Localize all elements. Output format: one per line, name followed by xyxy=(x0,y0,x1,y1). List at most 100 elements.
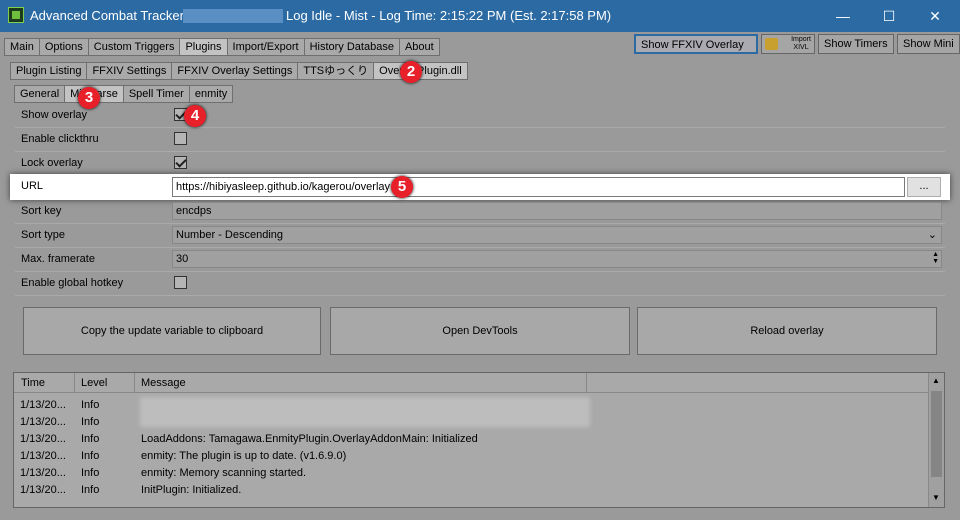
url-input[interactable] xyxy=(172,177,905,197)
column-divider xyxy=(586,373,587,393)
tab-history-database[interactable]: History Database xyxy=(303,38,400,56)
app-icon xyxy=(8,7,24,23)
sort-type-value: Number - Descending xyxy=(176,229,283,241)
tab-import-export[interactable]: Import/Export xyxy=(226,38,305,56)
log-message: InitPlugin: Initialized. xyxy=(141,484,242,496)
tab-plugin-listing[interactable]: Plugin Listing xyxy=(10,62,88,80)
lock-overlay-checkbox[interactable] xyxy=(174,156,187,169)
tab-spell-timer[interactable]: Spell Timer xyxy=(122,85,190,103)
log-row[interactable]: 1/13/20... Info enmity: Memory scanning … xyxy=(14,465,930,482)
scroll-thumb[interactable] xyxy=(931,391,942,477)
log-status: Log Idle - Mist - Log Time: 2:15:22 PM (… xyxy=(286,8,612,23)
enable-clickthru-row: Enable clickthru xyxy=(15,128,945,152)
sort-type-row: Sort type Number - Descending ⌄ xyxy=(15,224,945,248)
col-message[interactable]: Message xyxy=(141,377,186,389)
annotation-badge-5: 5 xyxy=(391,176,413,198)
main-tabs: Main Options Custom Triggers Plugins Imp… xyxy=(4,38,440,56)
log-row[interactable]: 1/13/20... Info xyxy=(14,397,930,414)
tab-options[interactable]: Options xyxy=(38,38,89,56)
log-level: Info xyxy=(81,484,100,496)
tab-general[interactable]: General xyxy=(14,85,66,103)
log-level: Info xyxy=(81,416,100,428)
log-time: 1/13/20... xyxy=(20,399,66,411)
scroll-up-icon[interactable]: ▲ xyxy=(932,376,940,385)
enable-clickthru-checkbox[interactable] xyxy=(174,132,187,145)
log-row[interactable]: 1/13/20... Info enmity: The plugin is up… xyxy=(14,448,930,465)
show-mini-button[interactable]: Show Mini xyxy=(897,34,960,54)
tab-ffxiv-overlay-settings[interactable]: FFXIV Overlay Settings xyxy=(171,62,299,80)
url-row: URL ... xyxy=(10,174,950,200)
max-framerate-value: 30 xyxy=(176,253,189,265)
column-divider xyxy=(134,373,135,393)
close-icon[interactable]: ✕ xyxy=(912,0,958,32)
max-framerate-row: Max. framerate 30 ▲ ▼ xyxy=(15,248,945,272)
tab-tts-yukkuri[interactable]: TTSゆっくり xyxy=(297,62,375,80)
url-label: URL xyxy=(21,180,44,192)
scroll-down-icon[interactable]: ▼ xyxy=(932,493,940,502)
log-list[interactable]: Time Level Message 1/13/20... Info 1/13/… xyxy=(13,372,945,508)
tab-plugins[interactable]: Plugins xyxy=(179,38,228,56)
log-time: 1/13/20... xyxy=(20,433,66,445)
log-time: 1/13/20... xyxy=(20,467,66,479)
show-overlay-row: Show overlay xyxy=(15,104,945,128)
annotation-badge-4: 4 xyxy=(184,105,206,127)
import-xivl-label: Import XIVL xyxy=(791,36,811,51)
lock-overlay-row: Lock overlay xyxy=(15,152,945,176)
log-row[interactable]: 1/13/20... Info LoadAddons: Tamagawa.Enm… xyxy=(14,431,930,448)
redacted-character-name xyxy=(183,9,283,23)
plugin-tabs: Plugin Listing FFXIV Settings FFXIV Over… xyxy=(10,62,468,80)
log-time: 1/13/20... xyxy=(20,450,66,462)
max-framerate-stepper[interactable]: 30 ▲ ▼ xyxy=(172,250,942,268)
sort-key-label: Sort key xyxy=(21,205,62,217)
log-level: Info xyxy=(81,399,100,411)
log-level: Info xyxy=(81,467,100,479)
col-level[interactable]: Level xyxy=(81,377,107,389)
lock-icon xyxy=(765,38,778,50)
global-hotkey-label: Enable global hotkey xyxy=(21,277,124,289)
log-scrollbar[interactable]: ▲ ▼ xyxy=(928,373,944,507)
title-bar: Advanced Combat Tracker - Log Idle - Mis… xyxy=(0,0,960,32)
minimize-icon[interactable]: — xyxy=(820,0,866,32)
log-level: Info xyxy=(81,450,100,462)
show-timers-button[interactable]: Show Timers xyxy=(818,34,894,54)
tab-about[interactable]: About xyxy=(398,38,440,56)
show-overlay-label: Show overlay xyxy=(21,109,88,121)
tab-custom-triggers[interactable]: Custom Triggers xyxy=(87,38,181,56)
window-title: Advanced Combat Tracker - xyxy=(30,8,192,23)
log-message: enmity: The plugin is up to date. (v1.6.… xyxy=(141,450,347,462)
log-message: LoadAddons: Tamagawa.EnmityPlugin.Overla… xyxy=(141,433,478,445)
sort-key-row: Sort key encdps xyxy=(15,200,945,224)
sort-key-input[interactable]: encdps xyxy=(172,202,942,220)
log-row[interactable]: 1/13/20... Info InitPlugin: Initialized. xyxy=(14,482,930,499)
maximize-icon[interactable]: ☐ xyxy=(866,0,912,32)
enable-clickthru-label: Enable clickthru xyxy=(21,133,99,145)
spin-arrows-icon[interactable]: ▲ ▼ xyxy=(932,251,939,265)
annotation-badge-3: 3 xyxy=(78,87,100,109)
tab-main[interactable]: Main xyxy=(4,38,40,56)
import-xivl-button[interactable]: Import XIVL xyxy=(761,34,815,54)
open-devtools-button[interactable]: Open DevTools xyxy=(330,307,630,355)
log-row[interactable]: 1/13/20... Info xyxy=(14,414,930,431)
chevron-down-icon: ⌄ xyxy=(927,229,937,241)
lock-overlay-label: Lock overlay xyxy=(21,157,83,169)
max-framerate-label: Max. framerate xyxy=(21,253,95,265)
browse-button[interactable]: ... xyxy=(907,177,941,197)
column-divider xyxy=(74,373,75,393)
log-time: 1/13/20... xyxy=(20,416,66,428)
log-level: Info xyxy=(81,433,100,445)
overlay-tabs: General Miniparse Spell Timer enmity xyxy=(14,85,234,103)
sort-type-select[interactable]: Number - Descending ⌄ xyxy=(172,226,942,244)
copy-update-variable-button[interactable]: Copy the update variable to clipboard xyxy=(23,307,321,355)
global-hotkey-checkbox[interactable] xyxy=(174,276,187,289)
tab-ffxiv-settings[interactable]: FFXIV Settings xyxy=(86,62,173,80)
act-window: Advanced Combat Tracker - Log Idle - Mis… xyxy=(0,0,960,520)
sort-type-label: Sort type xyxy=(21,229,66,241)
annotation-badge-2: 2 xyxy=(400,61,422,83)
reload-overlay-button[interactable]: Reload overlay xyxy=(637,307,937,355)
log-header: Time Level Message xyxy=(14,373,930,393)
global-hotkey-row: Enable global hotkey xyxy=(15,272,945,296)
show-ffxiv-overlay-button[interactable]: Show FFXIV Overlay xyxy=(634,34,758,54)
log-message: enmity: Memory scanning started. xyxy=(141,467,307,479)
tab-enmity[interactable]: enmity xyxy=(188,85,234,103)
col-time[interactable]: Time xyxy=(21,377,45,389)
